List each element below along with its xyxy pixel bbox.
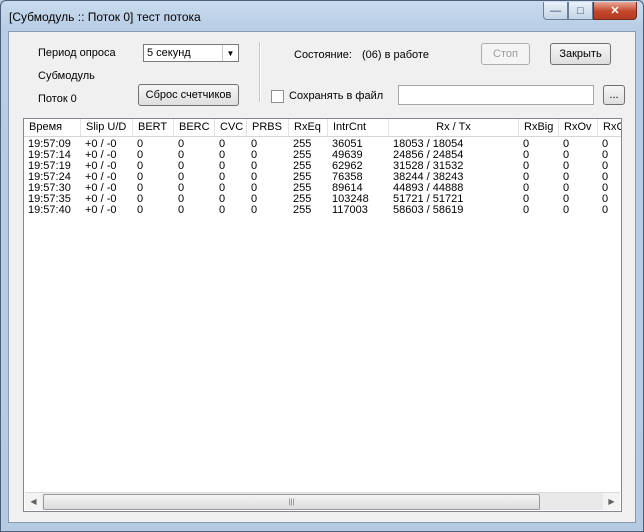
cell-slip: +0 / -0 [85, 204, 117, 216]
col-header-bert[interactable]: BERT [133, 119, 174, 136]
cell-time: 19:57:40 [28, 204, 71, 216]
caption-buttons: — □ ✕ [543, 2, 637, 20]
dialog-client: Период опроса 5 секунд ▼ Субмодуль Поток… [8, 31, 636, 523]
table-row[interactable]: 19:57:40 +0 / -0 0 0 0 0 255 117003 5860… [24, 204, 621, 216]
cell-berc: 0 [178, 204, 185, 216]
minimize-button[interactable]: — [543, 2, 568, 20]
col-header-rxbig[interactable]: RxBig [519, 119, 559, 136]
col-header-rxc[interactable]: RxC [598, 119, 621, 136]
col-header-rxov[interactable]: RxOv [559, 119, 598, 136]
cell-bert: 0 [137, 204, 144, 216]
table-header: Время Slip U/D BERT BERC CVC PRBS RxEq I… [24, 119, 621, 137]
stop-button[interactable]: Стоп [481, 43, 530, 65]
cell-rxtx: 58603 / 58619 [393, 204, 464, 216]
col-header-berc[interactable]: BERC [174, 119, 215, 136]
submodule-label: Субмодуль [38, 70, 95, 82]
title-bar[interactable]: [Субмодуль :: Поток 0] тест потока — □ ✕ [1, 1, 643, 31]
save-to-file-checkbox[interactable] [271, 90, 284, 103]
scroll-thumb[interactable]: ||| [43, 494, 540, 510]
col-header-rxeq[interactable]: RxEq [289, 119, 328, 136]
browse-button[interactable]: ... [603, 85, 625, 105]
poll-period-label: Период опроса [38, 47, 116, 59]
arrow-left-icon[interactable]: ◀ [25, 493, 42, 510]
state-value: (06) в работе [362, 49, 429, 61]
save-to-file-label[interactable]: Сохранять в файл [289, 90, 383, 102]
poll-period-value: 5 секунд [147, 47, 191, 59]
state-label: Состояние: [294, 49, 352, 61]
col-header-slip[interactable]: Slip U/D [81, 119, 133, 136]
window-title: [Субмодуль :: Поток 0] тест потока [9, 10, 201, 24]
reset-counters-button[interactable]: Сброс счетчиков [138, 84, 239, 106]
cell-intrcnt: 117003 [332, 204, 368, 216]
col-header-intrcnt[interactable]: IntrCnt [328, 119, 389, 136]
cell-cvc: 0 [219, 204, 226, 216]
cell-prbs: 0 [251, 204, 258, 216]
stream-label: Поток 0 [38, 93, 77, 105]
file-path-input[interactable] [398, 85, 594, 105]
cell-rxeq: 255 [293, 204, 312, 216]
col-header-time[interactable]: Время [24, 119, 81, 136]
vertical-divider [259, 42, 261, 102]
maximize-button[interactable]: □ [568, 2, 593, 20]
arrow-right-icon[interactable]: ▶ [603, 493, 620, 510]
horizontal-scrollbar[interactable]: ◀ ||| ▶ [25, 492, 620, 510]
col-header-prbs[interactable]: PRBS [247, 119, 289, 136]
cell-rxov: 0 [563, 204, 570, 216]
cell-rxbig: 0 [523, 204, 530, 216]
close-button[interactable]: Закрыть [550, 43, 611, 65]
chevron-down-icon[interactable]: ▼ [222, 45, 238, 61]
cell-rxc: 0 [602, 204, 609, 216]
poll-period-select[interactable]: 5 секунд ▼ [143, 44, 239, 62]
col-header-rxtx[interactable]: Rx / Tx [389, 119, 519, 136]
window-frame: [Субмодуль :: Поток 0] тест потока — □ ✕… [0, 0, 644, 532]
close-window-button[interactable]: ✕ [593, 2, 637, 20]
col-header-cvc[interactable]: CVC [215, 119, 247, 136]
stream-stats-table[interactable]: Время Slip U/D BERT BERC CVC PRBS RxEq I… [23, 118, 622, 512]
